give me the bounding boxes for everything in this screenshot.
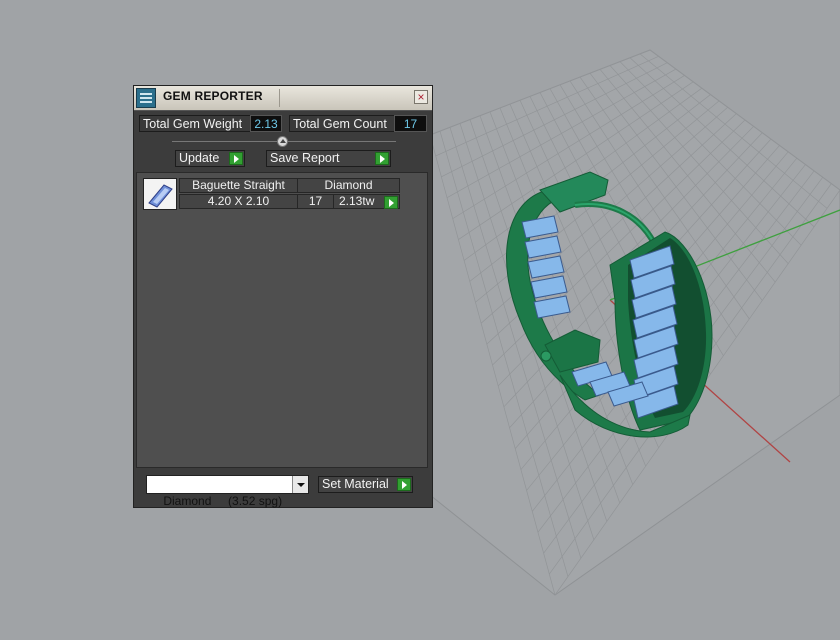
panel-split-slider-handle[interactable]: [277, 136, 288, 147]
set-material-button[interactable]: Set Material: [318, 476, 413, 493]
gem-list[interactable]: [136, 172, 428, 468]
total-gem-weight-value: 2.13: [250, 115, 282, 132]
gem-row-go-arrow-icon[interactable]: [384, 196, 398, 209]
gem-weight-cell[interactable]: 2.13tw: [333, 194, 400, 209]
play-arrow-icon: [229, 152, 243, 165]
total-gem-count-value: 17: [394, 115, 427, 132]
material-select-value: Diamond (3.52 spg): [163, 494, 283, 508]
update-button-label: Update: [179, 151, 220, 165]
set-material-button-label: Set Material: [322, 477, 389, 491]
gem-shape-cell[interactable]: Baguette Straight: [179, 178, 298, 193]
title-bar[interactable]: GEM REPORTER ×: [134, 86, 432, 111]
play-arrow-icon: [375, 152, 389, 165]
gem-reporter-panel: GEM REPORTER × Total Gem Weight 2.13 Tot…: [133, 85, 433, 508]
material-select[interactable]: Diamond (3.52 spg): [146, 475, 309, 508]
update-button[interactable]: Update: [175, 150, 245, 167]
play-arrow-icon: [397, 478, 411, 491]
chevron-down-icon[interactable]: [292, 476, 308, 493]
gem-reporter-app-icon: [136, 88, 156, 108]
save-report-button-label: Save Report: [270, 151, 340, 165]
gem-count-cell[interactable]: 17: [297, 194, 334, 209]
save-report-button[interactable]: Save Report: [266, 150, 391, 167]
panel-title: GEM REPORTER: [163, 89, 263, 103]
close-button[interactable]: ×: [414, 90, 428, 104]
baguette-gem-thumbnail[interactable]: [143, 178, 177, 210]
gem-size-cell[interactable]: 4.20 X 2.10: [179, 194, 298, 209]
gem-material-cell[interactable]: Diamond: [297, 178, 400, 193]
gem-weight-value: 2.13tw: [339, 194, 375, 208]
title-divider: [279, 89, 280, 107]
